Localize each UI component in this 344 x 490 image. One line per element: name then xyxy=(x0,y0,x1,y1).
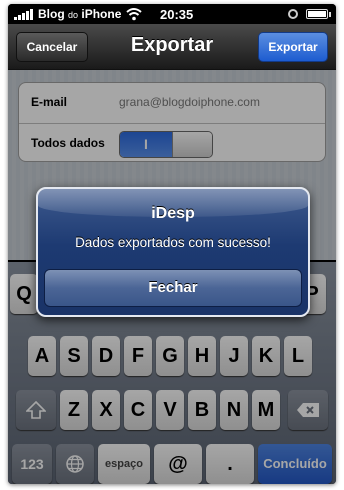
status-bar: Blog do iPhone 20:35 xyxy=(8,4,336,24)
wifi-icon xyxy=(126,8,142,21)
battery-icon xyxy=(306,9,331,19)
cancel-button[interactable]: Cancelar xyxy=(16,32,88,62)
signal-icon xyxy=(14,8,36,20)
device-screen: Blog do iPhone 20:35 Cancelar Exportar E… xyxy=(8,4,336,484)
alert-message: Dados exportados com sucesso! xyxy=(75,235,271,250)
export-button[interactable]: Exportar xyxy=(258,32,328,62)
alert-title: iDesp xyxy=(151,205,195,222)
orientation-lock-icon xyxy=(288,9,298,19)
status-time: 20:35 xyxy=(160,7,194,22)
carrier-name: Blog do iPhone xyxy=(38,7,122,21)
navigation-bar: Cancelar Exportar Exportar xyxy=(8,24,336,70)
alert-dialog: iDesp Dados exportados com sucesso! Fech… xyxy=(36,187,310,317)
page-title: Exportar xyxy=(130,34,214,56)
close-button[interactable]: Fechar xyxy=(44,269,302,307)
